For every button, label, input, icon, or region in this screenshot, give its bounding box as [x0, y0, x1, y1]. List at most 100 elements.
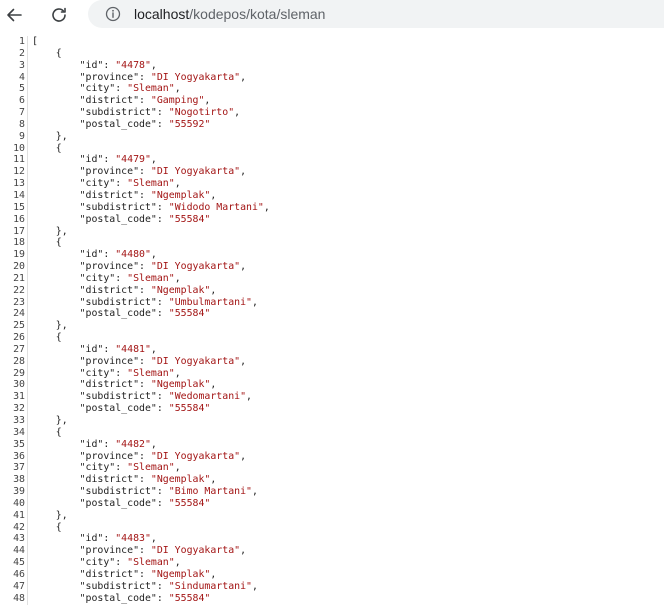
line-number: 10: [13, 142, 25, 154]
line-number: 13: [13, 178, 25, 190]
json-string-value: "DI Yogyakarta": [150, 166, 241, 178]
info-icon[interactable]: [105, 6, 121, 22]
address-bar[interactable]: localhost/kodepos/kota/sleman: [88, 0, 664, 28]
json-field-subdistrict: "subdistrict": "Umbulmartani",: [32, 297, 270, 309]
line-number: 5: [19, 83, 25, 95]
line-number: 37: [13, 462, 25, 474]
json-string-value: "Sleman": [127, 557, 175, 569]
line-number: 43: [13, 533, 25, 545]
json-string-value: "Ngemplak": [150, 189, 211, 201]
json-field-id: "id": "4479",: [32, 154, 270, 166]
json-field-subdistrict: "subdistrict": "Widodo Martani",: [32, 202, 270, 214]
json-string-value: "Ngemplak": [150, 284, 211, 296]
json-string-value: "4482": [115, 438, 151, 450]
line-number: 30: [13, 379, 25, 391]
json-key: "postal_code":: [32, 213, 169, 225]
json-key: "city":: [32, 83, 128, 95]
line-number: 27: [13, 343, 25, 355]
json-field-city: "city": "Sleman",: [32, 273, 270, 285]
code-line: {: [32, 237, 270, 249]
json-string-value: "DI Yogyakarta": [150, 355, 241, 367]
json-comma: ,: [210, 379, 217, 391]
json-key: "district":: [32, 379, 151, 391]
json-comma: ,: [234, 107, 241, 119]
line-number: 2: [19, 47, 25, 59]
json-key: "id":: [32, 533, 116, 545]
json-comma: ,: [174, 462, 181, 474]
json-key: "province":: [32, 166, 151, 178]
json-comma: ,: [174, 272, 181, 284]
json-key: "subdistrict":: [32, 580, 169, 592]
json-comma: ,: [240, 355, 247, 367]
line-number: 47: [13, 580, 25, 592]
reload-button[interactable]: [46, 2, 72, 28]
json-key: "subdistrict":: [32, 201, 169, 213]
line-number: 36: [13, 450, 25, 462]
json-field-district: "district": "Ngemplak",: [32, 190, 270, 202]
json-string-value: "55584": [168, 213, 211, 225]
json-comma: ,: [251, 296, 258, 308]
code-line: },: [32, 226, 270, 238]
json-key: "subdistrict":: [32, 486, 169, 498]
line-number: 16: [13, 213, 25, 225]
line-number: 18: [13, 237, 25, 249]
json-key: "subdistrict":: [32, 107, 169, 119]
json-key: "province":: [32, 261, 151, 273]
json-comma: ,: [174, 83, 181, 95]
json-field-district: "district": "Ngemplak",: [32, 569, 270, 581]
line-number: 1: [19, 36, 25, 47]
json-comma: ,: [204, 95, 211, 107]
json-field-province: "province": "DI Yogyakarta",: [32, 261, 270, 273]
line-number: 15: [13, 201, 25, 213]
json-string-value: "55584": [168, 497, 211, 509]
json-string-value: "Wedomartani": [168, 391, 247, 403]
json-field-subdistrict: "subdistrict": "Nogotirto",: [32, 107, 270, 119]
json-comma: ,: [240, 450, 247, 462]
url-text[interactable]: localhost/kodepos/kota/sleman: [134, 0, 325, 28]
json-field-subdistrict: "subdistrict": "Sindumartani",: [32, 581, 270, 593]
json-key: "postal_code":: [32, 497, 169, 509]
line-number: 45: [13, 557, 25, 569]
json-key: "subdistrict":: [32, 391, 169, 403]
line-number: 41: [13, 509, 25, 521]
json-field-subdistrict: "subdistrict": "Wedomartani",: [32, 391, 270, 403]
json-comma: ,: [210, 568, 217, 580]
json-brace: {: [32, 521, 62, 533]
json-field-city: "city": "Sleman",: [32, 83, 270, 95]
json-field-city: "city": "Sleman",: [32, 462, 270, 474]
json-field-province: "province": "DI Yogyakarta",: [32, 451, 270, 463]
line-number: 11: [13, 154, 25, 166]
line-number: 21: [13, 272, 25, 284]
json-comma: ,: [251, 486, 258, 498]
json-key: "id":: [32, 154, 116, 166]
json-key: "province":: [32, 355, 151, 367]
json-brace: {: [32, 237, 62, 249]
json-bracket: [: [32, 36, 38, 47]
json-key: "district":: [32, 284, 151, 296]
line-number: 48: [13, 592, 25, 604]
line-number: 25: [13, 320, 25, 332]
line-number-gutter: 1 2 3 4 5 6 7 8 9 10 11 12 13 14 15 16 17 18 19 20 21 22 23 24 2…: [0, 36, 25, 605]
line-number: 42: [13, 521, 25, 533]
json-key: "postal_code":: [32, 118, 169, 130]
line-number: 46: [13, 568, 25, 580]
line-number: 20: [13, 261, 25, 273]
line-number: 44: [13, 545, 25, 557]
json-comma: ,: [150, 249, 157, 261]
json-key: "province":: [32, 545, 151, 557]
json-code: [ { "id": "4478", "province": "DI Yogyak…: [32, 36, 270, 605]
json-string-value: "Widodo Martani": [168, 201, 264, 213]
json-comma: ,: [240, 261, 247, 273]
code-line: },: [32, 320, 270, 332]
line-number: 33: [13, 415, 25, 426]
line-number: 9: [19, 130, 25, 142]
code-line: },: [32, 510, 270, 522]
json-string-value: "Sleman": [127, 178, 175, 190]
json-key: "city":: [32, 557, 128, 569]
line-number: 8: [19, 118, 25, 130]
json-comma: ,: [210, 284, 217, 296]
line-number: 17: [13, 225, 25, 237]
code-line: [: [32, 36, 270, 48]
json-string-value: "Sleman": [127, 367, 175, 379]
back-button[interactable]: [1, 2, 27, 28]
